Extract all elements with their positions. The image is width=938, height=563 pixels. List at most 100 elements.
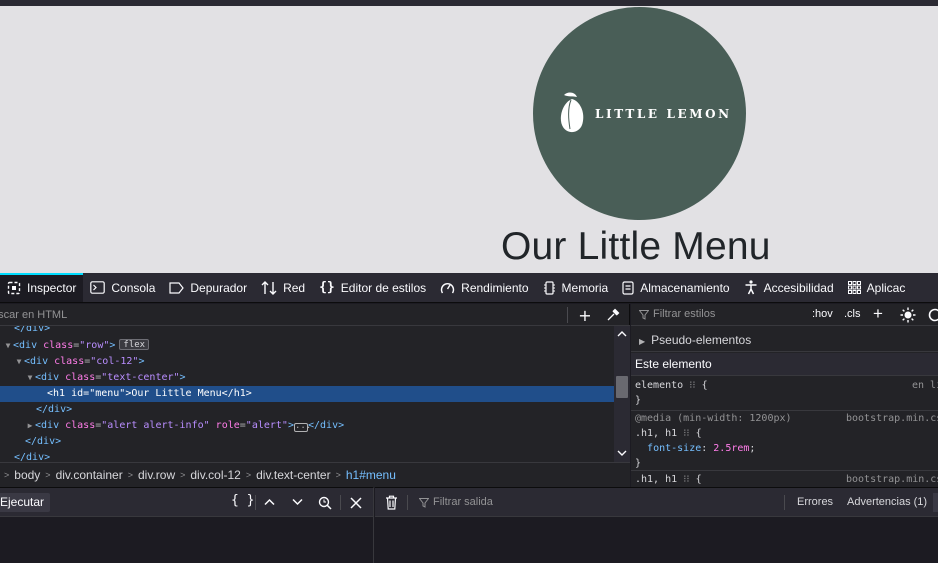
tab-label: Accesibilidad: [763, 280, 834, 295]
css-value[interactable]: 2.5rem: [713, 443, 749, 454]
tab-network[interactable]: Red: [254, 273, 312, 302]
filter-output-input[interactable]: Filtrar salida: [433, 496, 493, 508]
expand-twisty-icon[interactable]: ▼: [14, 354, 24, 370]
add-rule-icon[interactable]: +: [873, 304, 883, 324]
css-property[interactable]: font-size: [647, 443, 701, 454]
scroll-down-icon[interactable]: [617, 450, 627, 457]
hov-toggle[interactable]: :hov: [812, 308, 833, 320]
history-up-icon[interactable]: [264, 498, 275, 506]
add-node-icon[interactable]: +: [577, 306, 593, 325]
markup-panel: + </div> ▼<div class="row">flex ▼<div cl…: [0, 304, 630, 487]
breadcrumb-item[interactable]: body: [9, 468, 45, 482]
tab-inspector[interactable]: Inspector: [0, 273, 84, 302]
storage-icon: [622, 280, 634, 295]
filter-icon: [419, 498, 429, 508]
tab-accessibility[interactable]: Accesibilidad: [737, 273, 841, 302]
scroll-up-icon[interactable]: [617, 330, 627, 337]
page-heading: Our Little Menu: [501, 225, 771, 268]
toolbar-separator: [255, 495, 256, 510]
pseudo-elements-toggle[interactable]: ▶ Pseudo-elementos: [631, 328, 938, 352]
expand-twisty-icon[interactable]: ▼: [3, 338, 13, 354]
tree-node-div-alert[interactable]: ▶ <div class="alert alert-info" role="ale…: [0, 418, 614, 434]
tree-node-div-text-center[interactable]: ▼ <div class="text-center">: [0, 370, 614, 386]
expand-twisty-icon[interactable]: ▼: [25, 370, 35, 386]
tree-node-div-col[interactable]: ▼ <div class="col-12">: [0, 354, 614, 370]
page-viewport: LITTLE LEMON Our Little Menu: [0, 6, 938, 273]
lemon-icon: [560, 92, 584, 133]
expand-arrow-icon: ▶: [639, 337, 646, 346]
warnings-filter-button[interactable]: Advertencias (1): [847, 496, 927, 508]
rule-source-link[interactable]: en lí: [912, 380, 938, 391]
run-button[interactable]: Ejecutar: [0, 493, 51, 512]
breadcrumb-item[interactable]: div.col-12: [185, 468, 245, 482]
more-filters-button[interactable]: [933, 493, 938, 512]
filter-styles-input[interactable]: Filtrar estilos: [653, 308, 715, 320]
html-search-input[interactable]: [0, 307, 557, 323]
breadcrumb-item[interactable]: div.row: [133, 468, 180, 482]
tab-label: Red: [283, 280, 306, 295]
tab-label: Inspector: [27, 280, 77, 295]
pretty-print-icon[interactable]: { }: [231, 493, 254, 508]
h1-rule[interactable]: .h1, h1 ⁝⁝ {: [635, 472, 702, 487]
debugger-icon: [169, 281, 185, 294]
tree-node-h1-selected[interactable]: <h1 id="menu">Our Little Menu</h1>: [0, 386, 614, 402]
tree-line-close-div[interactable]: </div>: [0, 326, 614, 337]
collapse-twisty-icon[interactable]: ▶: [25, 418, 35, 434]
cls-toggle[interactable]: .cls: [844, 308, 861, 320]
history-down-icon[interactable]: [292, 498, 303, 506]
rule-source-link[interactable]: bootstrap.min.cs: [846, 413, 938, 424]
close-icon[interactable]: [350, 497, 362, 509]
little-lemon-logo: LITTLE LEMON: [533, 7, 746, 220]
console-input-toolbar: Ejecutar { }: [0, 488, 373, 517]
rule-divider: [631, 470, 938, 471]
logo-text: LITTLE LEMON: [595, 107, 732, 121]
toolbar-separator: [407, 495, 408, 510]
breadcrumb-item-current[interactable]: h1#menu: [341, 468, 401, 482]
eyedropper-icon[interactable]: [606, 308, 620, 322]
inspector-icon: [7, 281, 21, 294]
reverse-search-icon[interactable]: [318, 496, 332, 510]
tab-console[interactable]: Consola: [83, 273, 162, 302]
tree-node-div-row[interactable]: ▼ <div class="row"> flex: [0, 338, 614, 354]
light-theme-icon[interactable]: [900, 307, 916, 323]
media-rule[interactable]: @media (min-width: 1200px) .h1, h1 ⁝⁝ { …: [635, 411, 792, 471]
screen: LITTLE LEMON Our Little Menu Inspector C…: [0, 0, 938, 563]
devtools-toolbar: Inspector Consola Depurador Red {} Edito…: [0, 273, 938, 303]
tab-performance[interactable]: Rendimiento: [433, 273, 535, 302]
rule-source-link[interactable]: bootstrap.min.cs: [846, 474, 938, 485]
markup-tree: </div> ▼ <div class="row"> flex ▼ <div clas…: [0, 326, 614, 462]
style-editor-icon: {}: [319, 280, 335, 295]
dark-theme-icon[interactable]: [928, 308, 938, 322]
tab-label: Depurador: [190, 280, 248, 295]
toolbar-separator: [784, 495, 785, 510]
tab-label: Rendimiento: [461, 280, 529, 295]
memory-icon: [543, 280, 555, 295]
tab-application[interactable]: Aplicac: [841, 273, 913, 302]
html-search-bar: +: [0, 304, 630, 326]
breadcrumb-item[interactable]: div.container: [51, 468, 128, 482]
scroll-thumb[interactable]: [616, 376, 628, 398]
toolbar-separator: [567, 307, 568, 323]
tree-line-close-div[interactable]: </div>: [0, 450, 614, 462]
tab-label: Editor de estilos: [340, 280, 427, 295]
tab-memory[interactable]: Memoria: [536, 273, 616, 302]
tree-line-close-div[interactable]: </div>: [0, 434, 614, 450]
tree-line-close-div[interactable]: </div>: [0, 402, 614, 418]
console-icon: [90, 281, 106, 294]
toolbar-separator: [340, 495, 341, 510]
flex-badge[interactable]: flex: [119, 339, 150, 350]
collapsed-children-icon[interactable]: ...: [293, 422, 311, 432]
accessibility-icon: [745, 280, 757, 295]
tab-style-editor[interactable]: {} Editor de estilos: [312, 273, 433, 302]
console-output-toolbar: Filtrar salida Errores Advertencias (1): [375, 488, 938, 517]
breadcrumb: > body > div.container > div.row > div.c…: [0, 462, 630, 487]
trash-icon[interactable]: [385, 495, 398, 510]
tab-debugger[interactable]: Depurador: [162, 273, 254, 302]
console-output-pane: Filtrar salida Errores Advertencias (1): [375, 487, 938, 563]
breadcrumb-item[interactable]: div.text-center: [251, 468, 335, 482]
application-icon: [847, 281, 861, 294]
tab-storage[interactable]: Almacenamiento: [615, 273, 736, 302]
element-rule[interactable]: elemento ⁝⁝ {}: [635, 378, 708, 408]
errors-filter-button[interactable]: Errores: [797, 496, 833, 508]
markup-scrollbar[interactable]: [614, 326, 630, 462]
